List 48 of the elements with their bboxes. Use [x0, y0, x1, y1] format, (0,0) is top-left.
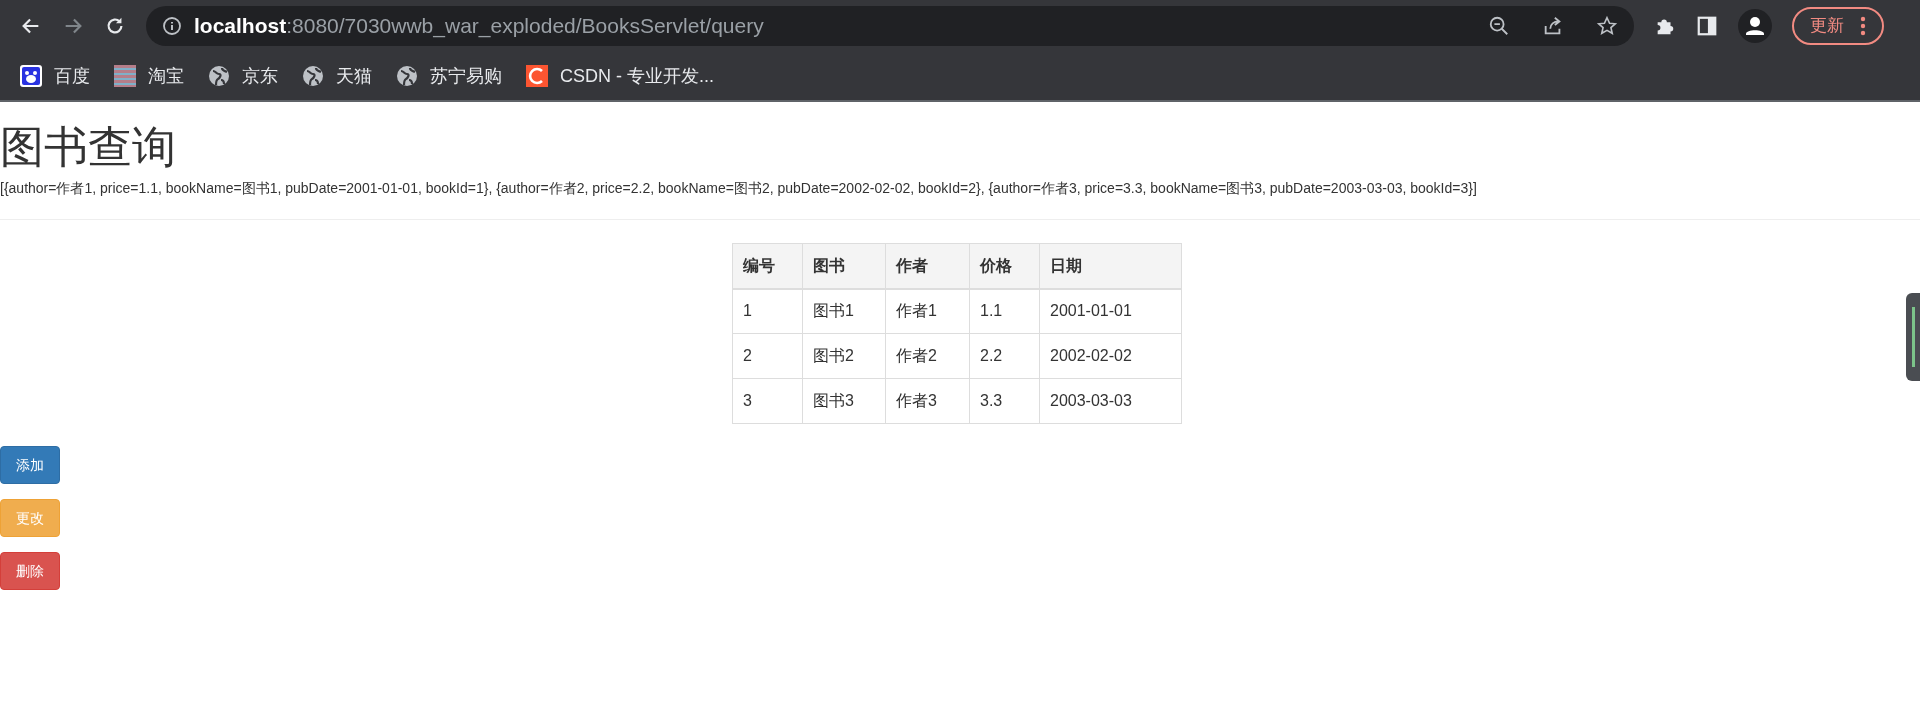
table-cell: 图书1	[802, 288, 886, 334]
table-cell: 图书2	[802, 333, 886, 379]
table-cell: 2003-03-03	[1039, 378, 1182, 424]
share-icon[interactable]	[1542, 15, 1564, 37]
paw-icon	[20, 65, 42, 87]
url-path: :8080/7030wwb_war_exploded/BooksServlet/query	[286, 13, 764, 40]
update-button[interactable]: 更新	[1792, 7, 1884, 45]
column-header: 图书	[802, 243, 886, 289]
globe-icon	[396, 65, 418, 87]
table-cell: 2001-01-01	[1039, 288, 1182, 334]
table-cell: 1	[732, 288, 803, 334]
globe-icon	[302, 65, 324, 87]
bookmark-link[interactable]: 百度	[20, 62, 90, 90]
bookmark-link[interactable]: CSDN - 专业开发...	[526, 62, 714, 90]
table-cell: 图书3	[802, 378, 886, 424]
table-cell: 作者1	[885, 288, 970, 334]
action-button[interactable]: 添加	[0, 446, 60, 484]
table-cell: 2.2	[969, 333, 1040, 379]
table-cell: 作者3	[885, 378, 970, 424]
bookmark-link[interactable]: 天猫	[302, 62, 372, 90]
letter-c-icon	[526, 65, 548, 87]
side-panel-icon[interactable]	[1696, 15, 1718, 37]
side-handle[interactable]	[1906, 293, 1920, 381]
table-cell: 2002-02-02	[1039, 333, 1182, 379]
star-icon[interactable]	[1596, 15, 1618, 37]
column-header: 日期	[1039, 243, 1182, 289]
column-header: 价格	[969, 243, 1040, 289]
profile-icon[interactable]	[1738, 9, 1772, 43]
zoom-out-icon[interactable]	[1488, 15, 1510, 37]
column-header: 作者	[885, 243, 970, 289]
more-icon[interactable]	[1860, 16, 1866, 36]
table-cell: 作者2	[885, 333, 970, 379]
url-host: localhost	[194, 13, 287, 40]
page-title: 图书查询	[0, 121, 177, 173]
table-cell: 1.1	[969, 288, 1040, 334]
action-button[interactable]: 删除	[0, 552, 60, 590]
table-cell: 2	[732, 333, 803, 379]
raw-data-text: [{author=作者1, price=1.1, bookName=图书1, pubDate=2001-01-01, bookId=1}, {author=作者2, price=2.2, bookName=图书2, pubDate=2002-02-02, bookId=2}, {author=作者3, price=3.3, bookName=图书3, pubDate=2003-03-03, bookId=3}]	[0, 179, 1478, 198]
table-cell: 3.3	[969, 378, 1040, 424]
pattern-icon	[114, 65, 136, 87]
info-icon[interactable]	[162, 16, 182, 36]
address-bar[interactable]: localhost:8080/7030wwb_war_exploded/BooksServlet/query	[146, 6, 1634, 46]
column-header: 编号	[732, 243, 803, 289]
table-cell: 3	[732, 378, 803, 424]
bookmark-link[interactable]: 淘宝	[114, 62, 184, 90]
bookmark-link[interactable]: 苏宁易购	[396, 62, 502, 90]
bookmark-link[interactable]: 京东	[208, 62, 278, 90]
globe-icon	[208, 65, 230, 87]
